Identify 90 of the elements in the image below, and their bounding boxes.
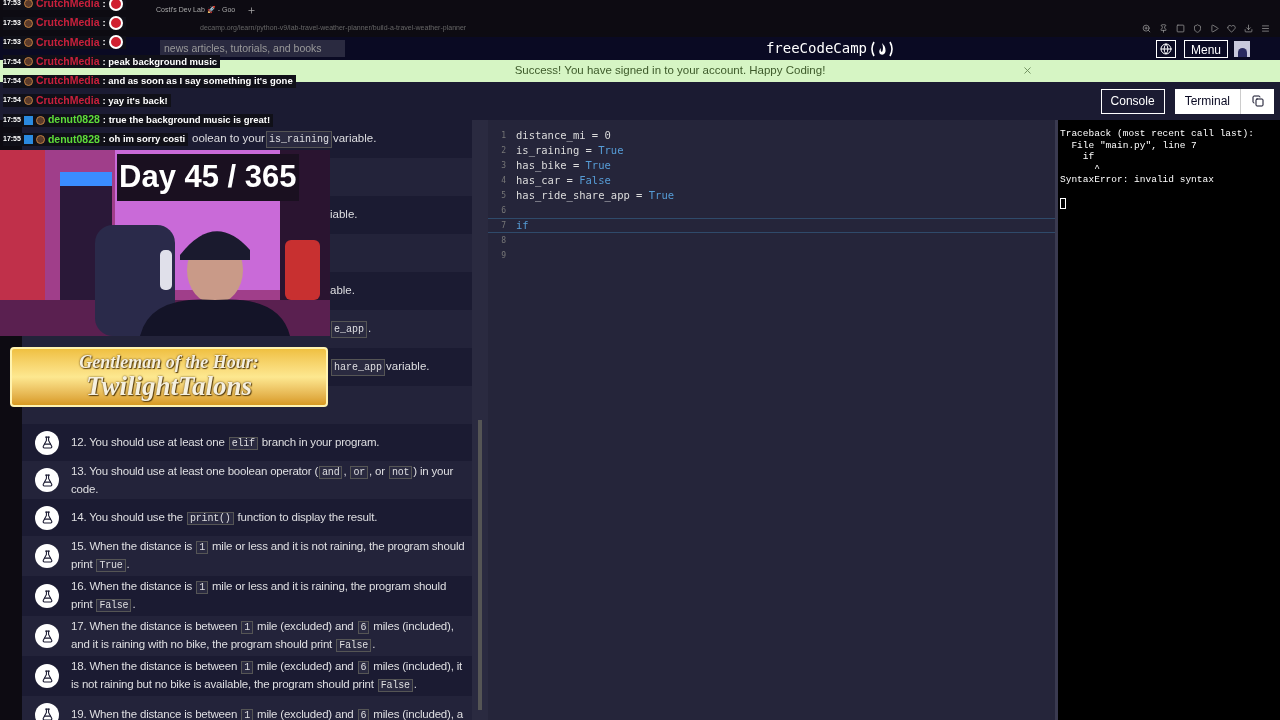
emote-icon <box>108 0 123 11</box>
test-item: 17. When the distance is between 1 mile (excluded) and 6 miles (included), and it is raining with no bike, the program should print False . <box>71 619 455 654</box>
line-number: 7 <box>500 219 507 232</box>
line-number: 3 <box>500 159 507 172</box>
panel-tab[interactable]: Console <box>1100 88 1165 114</box>
chat-message: : and as soon as I say something it's gone <box>102 74 293 89</box>
chat-message: : peak background music <box>102 54 218 69</box>
terminal-line: SyntaxError: invalid syntax <box>1060 174 1214 186</box>
globe-icon <box>1159 42 1172 55</box>
test-item: 18. When the distance is between 1 mile (excluded) and 6 miles (included), it is not raining but no bike is available, the program should print False . <box>71 659 464 694</box>
heart-icon[interactable] <box>1227 24 1236 33</box>
alert-text: Success! You have signed in to your account. Happy Coding! <box>513 63 826 79</box>
chat-username: denut0828 <box>47 131 100 147</box>
terminal-line: File "main.py", line 7 <box>1070 139 1197 151</box>
inline-code: hare_app <box>331 358 385 376</box>
shield-icon[interactable] <box>1193 24 1202 33</box>
menu-button[interactable]: Menu <box>1183 39 1228 58</box>
line-number: 8 <box>500 234 507 247</box>
line-number: 9 <box>500 249 507 262</box>
test-item: 14. You should use the print() function to display the result. <box>71 509 378 527</box>
inline-code: e_app <box>331 320 367 338</box>
test-text: able. <box>330 283 355 299</box>
terminal-line: Traceback (most recent call last): <box>1060 128 1254 140</box>
test-text: variable. <box>332 131 377 147</box>
code-line: has_car = False <box>516 172 611 189</box>
windows-icon <box>1251 95 1264 107</box>
test-text: oolean to your <box>192 131 265 147</box>
flask-icon <box>35 430 59 455</box>
pin-icon[interactable] <box>1159 24 1168 33</box>
line-number: 5 <box>500 189 507 202</box>
zoom-icon[interactable] <box>1142 24 1151 33</box>
scrollbar-thumb[interactable] <box>478 420 482 710</box>
chat-username: denut0828 <box>47 112 100 128</box>
test-item: 16. When the distance is 1 mile or less and it is raining, the program should print False . <box>71 579 448 614</box>
play-icon[interactable] <box>1210 24 1219 33</box>
flask-icon <box>35 544 59 568</box>
site-logo[interactable]: freeCodeCamp <box>765 38 868 59</box>
flame-logo-icon <box>869 40 896 57</box>
line-number: 1 <box>500 129 507 142</box>
code-line: distance_mi = 0 <box>516 127 611 144</box>
test-text: variable. <box>386 359 430 375</box>
emote-icon <box>108 35 123 50</box>
code-line: has_ride_share_app = True <box>516 187 675 204</box>
language-button[interactable] <box>1155 39 1176 58</box>
line-number: 2 <box>500 144 507 157</box>
inline-code: is_raining <box>265 130 332 148</box>
test-item: 12. You should use at least one elif branch in your program. <box>71 434 380 452</box>
menu-icon[interactable] <box>1261 24 1270 33</box>
line-number: 6 <box>500 204 507 217</box>
chat-username: CrutchMedia <box>35 34 100 50</box>
chat-username: CrutchMedia <box>35 0 100 11</box>
new-tab-icon[interactable] <box>247 5 257 15</box>
line-number: 4 <box>500 174 507 187</box>
test-item: 15. When the distance is 1 mile or less and it is not raining, the program should print True . <box>71 539 466 574</box>
chat-message: : <box>102 15 106 30</box>
chat-username: CrutchMedia <box>35 15 100 31</box>
code-line: has_bike = True <box>516 157 611 174</box>
flask-icon <box>35 584 59 608</box>
test-text: . <box>368 321 372 337</box>
download-icon[interactable] <box>1244 24 1253 33</box>
code-line: if <box>516 217 529 233</box>
flask-icon <box>35 664 59 688</box>
banner-title: Gentleman of the Hour: <box>79 353 259 372</box>
chat-message: : oh im sorry costi <box>102 132 186 147</box>
day-counter: Day 45 / 365 <box>117 154 299 201</box>
test-item: 19. When the distance is between 1 mile (excluded) and 6 miles (included), a <box>71 706 463 720</box>
code-line: is_raining = True <box>516 142 624 159</box>
test-item: 13. You should use at least one boolean operator ( and , or , or not ) in your code. <box>71 464 455 497</box>
banner-name: TwilightTalons <box>85 372 253 401</box>
chat-message: : <box>102 35 106 50</box>
emote-icon <box>108 16 123 31</box>
chat-message: : yay it's back! <box>102 93 168 108</box>
terminal-line: if <box>1081 151 1095 163</box>
chat-username: CrutchMedia <box>35 73 100 89</box>
flask-icon <box>35 468 59 492</box>
panel-tab[interactable]: Terminal <box>1174 88 1240 114</box>
test-text: iable. <box>330 207 358 223</box>
flask-icon <box>35 624 59 648</box>
terminal-line: ^ <box>1093 162 1100 174</box>
avatar-icon[interactable] <box>1234 40 1250 57</box>
chat-message: : true the background music is great! <box>102 112 271 127</box>
chat-username: CrutchMedia <box>35 54 100 69</box>
search-field[interactable]: news articles, tutorials, and books <box>160 40 345 57</box>
terminal-cursor <box>1060 197 1066 209</box>
chat-username: CrutchMedia <box>35 92 100 108</box>
flask-icon <box>35 505 59 530</box>
close-icon[interactable] <box>1022 65 1033 76</box>
popout-button[interactable] <box>1240 88 1274 114</box>
square-icon[interactable] <box>1176 24 1185 33</box>
chat-message: : <box>102 0 106 11</box>
